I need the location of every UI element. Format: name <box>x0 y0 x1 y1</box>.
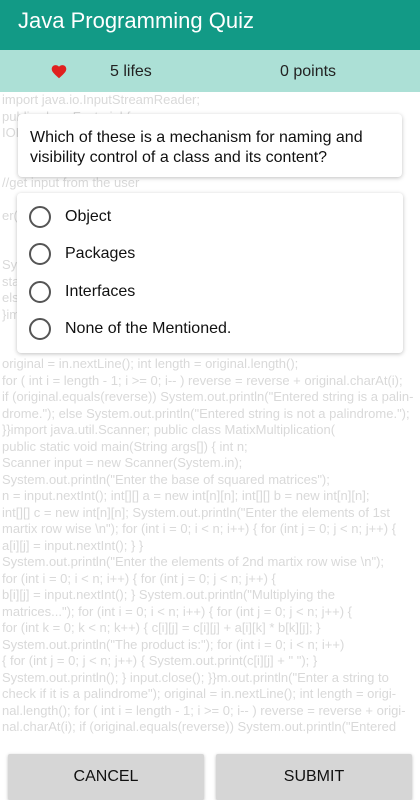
cancel-button[interactable]: CANCEL <box>8 754 204 800</box>
points-count: 0 points <box>280 63 337 80</box>
background-code-line: if (original.equals(reverse)) System.out… <box>2 389 414 404</box>
background-code-line: original = in.nextLine(); int length = o… <box>2 356 299 371</box>
radio-button[interactable] <box>29 280 51 303</box>
background-code-line: System.out.println("The product is:"); f… <box>2 636 345 652</box>
option-none[interactable]: None of the Mentioned. <box>17 311 403 349</box>
background-code-line: b[i][j] = input.nextInt(); } System.out.… <box>2 587 336 602</box>
background-code-text: import java.io.InputStreamReader; public … <box>0 92 420 752</box>
submit-button[interactable]: SUBMIT <box>216 754 412 800</box>
background-code-line: martix row wise \n"); for (int i = 0; i … <box>2 521 397 536</box>
lives-count: 5 lifes <box>110 63 152 80</box>
background-code-line: }}import java.util.Scanner; public class… <box>2 422 336 437</box>
background-code-line: n = input.nextInt(); int[][] a = new int… <box>2 488 370 503</box>
option-interfaces[interactable]: Interfaces <box>17 273 403 311</box>
background-code-line: matrices..."); for (int i = 0; i < n; i+… <box>2 603 352 619</box>
background-code-line: for (int k = 0; k < n; k++) { c[i][j] = … <box>2 620 321 635</box>
app-title: Java Programming Quiz <box>18 8 254 33</box>
question-card: Which of these is a mechanism for naming… <box>18 114 402 177</box>
background-code-line: System.out.println("Enter the elements o… <box>2 554 385 569</box>
background-code-line: check if it is a palindrome"); original … <box>2 686 397 701</box>
background-code-line: Scanner input = new Scanner(System.in); <box>2 455 243 470</box>
option-label: Object <box>65 207 112 225</box>
option-label: Interfaces <box>65 282 136 300</box>
background-code-line: { for (int j = 0; j < n; j++) { System.o… <box>2 653 318 668</box>
background-code-line: drome."); else System.out.println("Enter… <box>2 405 410 421</box>
option-label: Packages <box>65 245 136 263</box>
radio-button[interactable] <box>29 243 51 266</box>
background-code-line: for ( int i = length - 1; i >= 0; i-- ) … <box>2 372 403 388</box>
score-bar: 5 lifes 0 points <box>0 50 420 92</box>
background-code-line: public static void main(String args[]) {… <box>2 438 248 454</box>
background-code-line: nal.length(); for ( int i = length - 1; … <box>2 702 406 718</box>
option-object[interactable]: Object <box>17 198 403 236</box>
radio-button[interactable] <box>29 318 51 341</box>
background-code-line: nal.charAt(i); if (original.equals(rever… <box>2 719 397 734</box>
background-code-line: int[][] c = new int[n][n]; System.out.pr… <box>2 504 390 520</box>
background-code-line: System.out.println(); } input.close(); }… <box>2 669 389 685</box>
question-text: Which of these is a mechanism for naming… <box>30 129 363 166</box>
background-code-line: System.out.println("Enter the base of sq… <box>2 471 330 487</box>
heart-icon <box>51 65 67 79</box>
app-bar: Java Programming Quiz <box>0 0 420 50</box>
background-code-line: a[i][j] = input.nextInt(); } } <box>2 537 144 553</box>
options-card: Object Packages Interfaces None of the M… <box>17 193 403 353</box>
option-label: None of the Mentioned. <box>65 320 232 338</box>
radio-button[interactable] <box>29 205 51 228</box>
background-code-line: for (int i = 0; i < n; i++) { for (int j… <box>2 570 276 586</box>
option-packages[interactable]: Packages <box>17 236 403 274</box>
background-code-line: import java.io.InputStreamReader; <box>2 92 200 107</box>
